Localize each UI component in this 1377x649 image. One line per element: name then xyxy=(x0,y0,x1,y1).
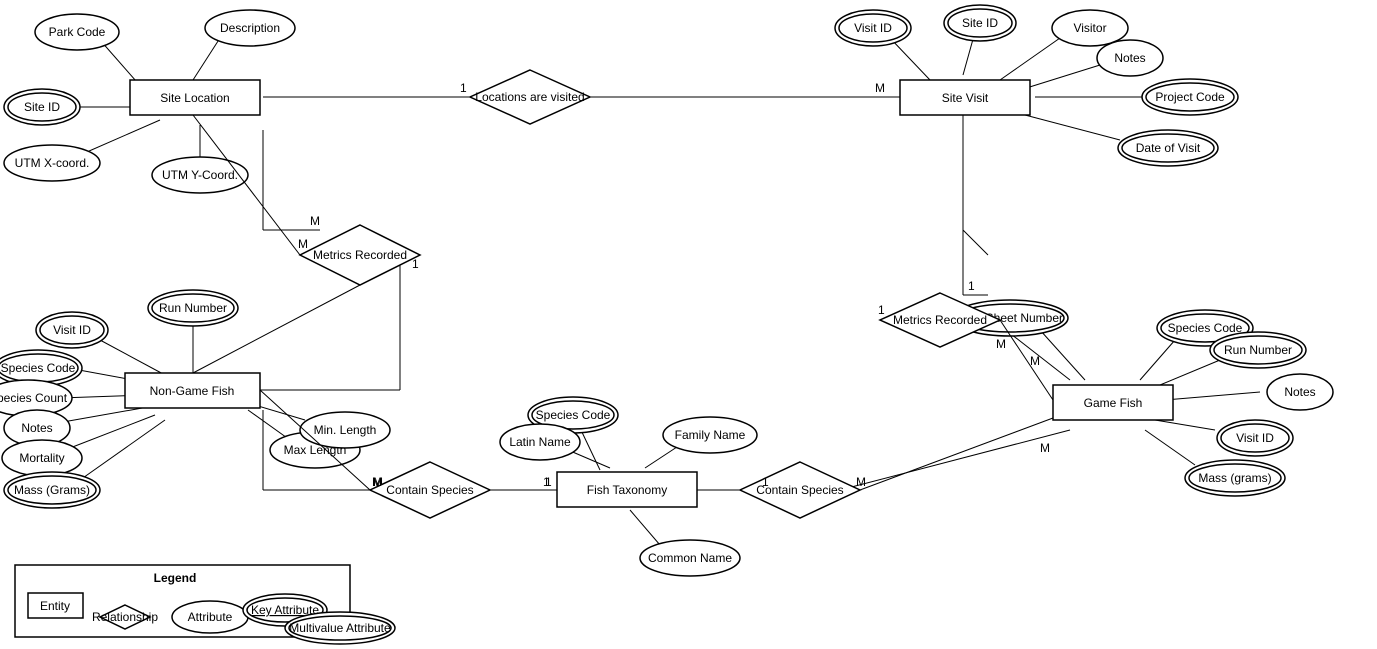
svg-text:Species Code: Species Code xyxy=(1,361,76,375)
svg-text:Species Code: Species Code xyxy=(1168,321,1243,335)
svg-text:M: M xyxy=(310,214,320,228)
rel-contain-left-label: Contain Species xyxy=(386,483,473,497)
svg-text:UTM Y-Coord.: UTM Y-Coord. xyxy=(162,168,238,182)
svg-text:Park Code: Park Code xyxy=(49,25,106,39)
svg-text:M: M xyxy=(875,81,885,95)
svg-text:M: M xyxy=(996,337,1006,351)
legend-attribute-label: Attribute xyxy=(188,610,233,624)
svg-text:Common Name: Common Name xyxy=(648,551,732,565)
svg-text:M: M xyxy=(298,237,308,251)
svg-text:Visit ID: Visit ID xyxy=(854,21,892,35)
legend-relationship-label: Relationship xyxy=(92,610,158,624)
svg-text:M: M xyxy=(372,475,382,489)
svg-text:M: M xyxy=(1030,354,1040,368)
legend-title: Legend xyxy=(154,571,197,585)
svg-text:M: M xyxy=(856,475,866,489)
svg-text:UTM X-coord.: UTM X-coord. xyxy=(15,156,90,170)
svg-text:Notes: Notes xyxy=(1284,385,1315,399)
svg-text:Species Code: Species Code xyxy=(536,408,611,422)
legend-multivalue-label: Multivalue Attribute xyxy=(289,621,391,635)
svg-text:Date of Visit: Date of Visit xyxy=(1136,141,1201,155)
entity-fish-taxonomy-label: Fish Taxonomy xyxy=(587,483,667,497)
svg-text:Site ID: Site ID xyxy=(962,16,998,30)
rel-metrics-left-label: Metrics Recorded xyxy=(313,248,407,262)
svg-text:Run Number: Run Number xyxy=(1224,343,1292,357)
svg-text:Mortality: Mortality xyxy=(19,451,64,465)
svg-text:Notes: Notes xyxy=(1114,51,1145,65)
svg-text:Project Code: Project Code xyxy=(1155,90,1225,104)
svg-text:1: 1 xyxy=(460,81,467,95)
svg-text:1: 1 xyxy=(762,475,769,489)
svg-text:Latin Name: Latin Name xyxy=(509,435,571,449)
svg-text:M: M xyxy=(1040,441,1050,455)
svg-text:Family Name: Family Name xyxy=(675,428,746,442)
svg-text:Description: Description xyxy=(220,21,280,35)
svg-text:Notes: Notes xyxy=(21,421,52,435)
svg-text:Min. Length: Min. Length xyxy=(314,423,377,437)
svg-text:1: 1 xyxy=(968,279,975,293)
svg-text:Site ID: Site ID xyxy=(24,100,60,114)
svg-text:Mass (Grams): Mass (Grams) xyxy=(14,483,90,497)
svg-text:Visitor: Visitor xyxy=(1073,21,1106,35)
svg-text:Visit ID: Visit ID xyxy=(53,323,91,337)
entity-game-fish-label: Game Fish xyxy=(1084,396,1143,410)
entity-site-visit-label: Site Visit xyxy=(942,91,989,105)
rel-contain-right-label: Contain Species xyxy=(756,483,843,497)
legend-entity-label: Entity xyxy=(40,599,70,613)
entity-non-game-fish-label: Non-Game Fish xyxy=(150,384,235,398)
svg-text:1: 1 xyxy=(412,257,419,271)
svg-text:Mass (grams): Mass (grams) xyxy=(1198,471,1271,485)
rel-metrics-right-label: Metrics Recorded xyxy=(893,313,987,327)
svg-text:Species Count: Species Count xyxy=(0,391,68,405)
svg-text:1: 1 xyxy=(543,475,550,489)
svg-text:1: 1 xyxy=(878,303,885,317)
rel-locations-visited-label: Locations are visited xyxy=(475,90,584,104)
svg-text:Run Number: Run Number xyxy=(159,301,227,315)
svg-text:Visit ID: Visit ID xyxy=(1236,431,1274,445)
entity-site-location-label: Site Location xyxy=(160,91,229,105)
